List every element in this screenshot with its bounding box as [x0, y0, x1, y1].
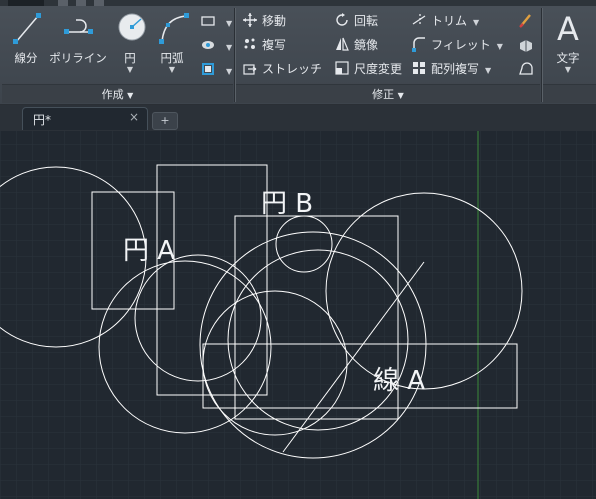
label-circle-b: 円 B	[261, 189, 314, 219]
label-line-a: 線 A	[373, 366, 426, 396]
drawing-geometry	[0, 131, 596, 499]
label-circle-a: 円 A	[123, 236, 176, 266]
